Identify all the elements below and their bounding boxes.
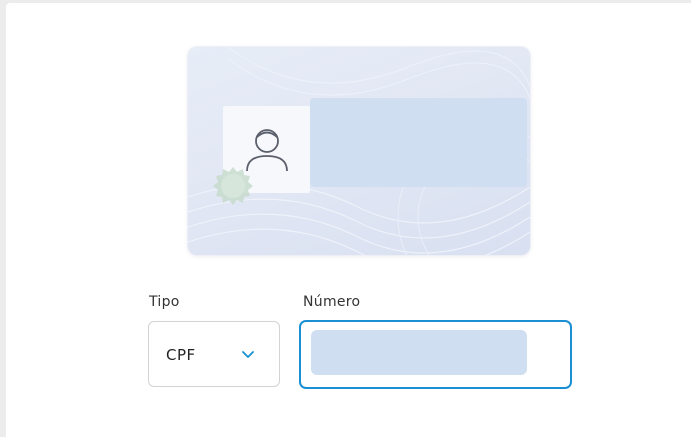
id-card-illustration [188, 47, 530, 255]
chevron-down-icon [242, 351, 254, 358]
number-label: Número [303, 294, 361, 310]
seal-badge-icon [213, 167, 253, 205]
document-type-select[interactable]: CPF [148, 321, 280, 387]
document-panel: Tipo Número CPF [6, 3, 691, 437]
id-info-placeholder [310, 98, 527, 187]
document-number-value [311, 330, 527, 375]
document-number-input[interactable] [299, 320, 572, 389]
document-type-value: CPF [166, 346, 196, 364]
type-label: Tipo [149, 294, 180, 310]
